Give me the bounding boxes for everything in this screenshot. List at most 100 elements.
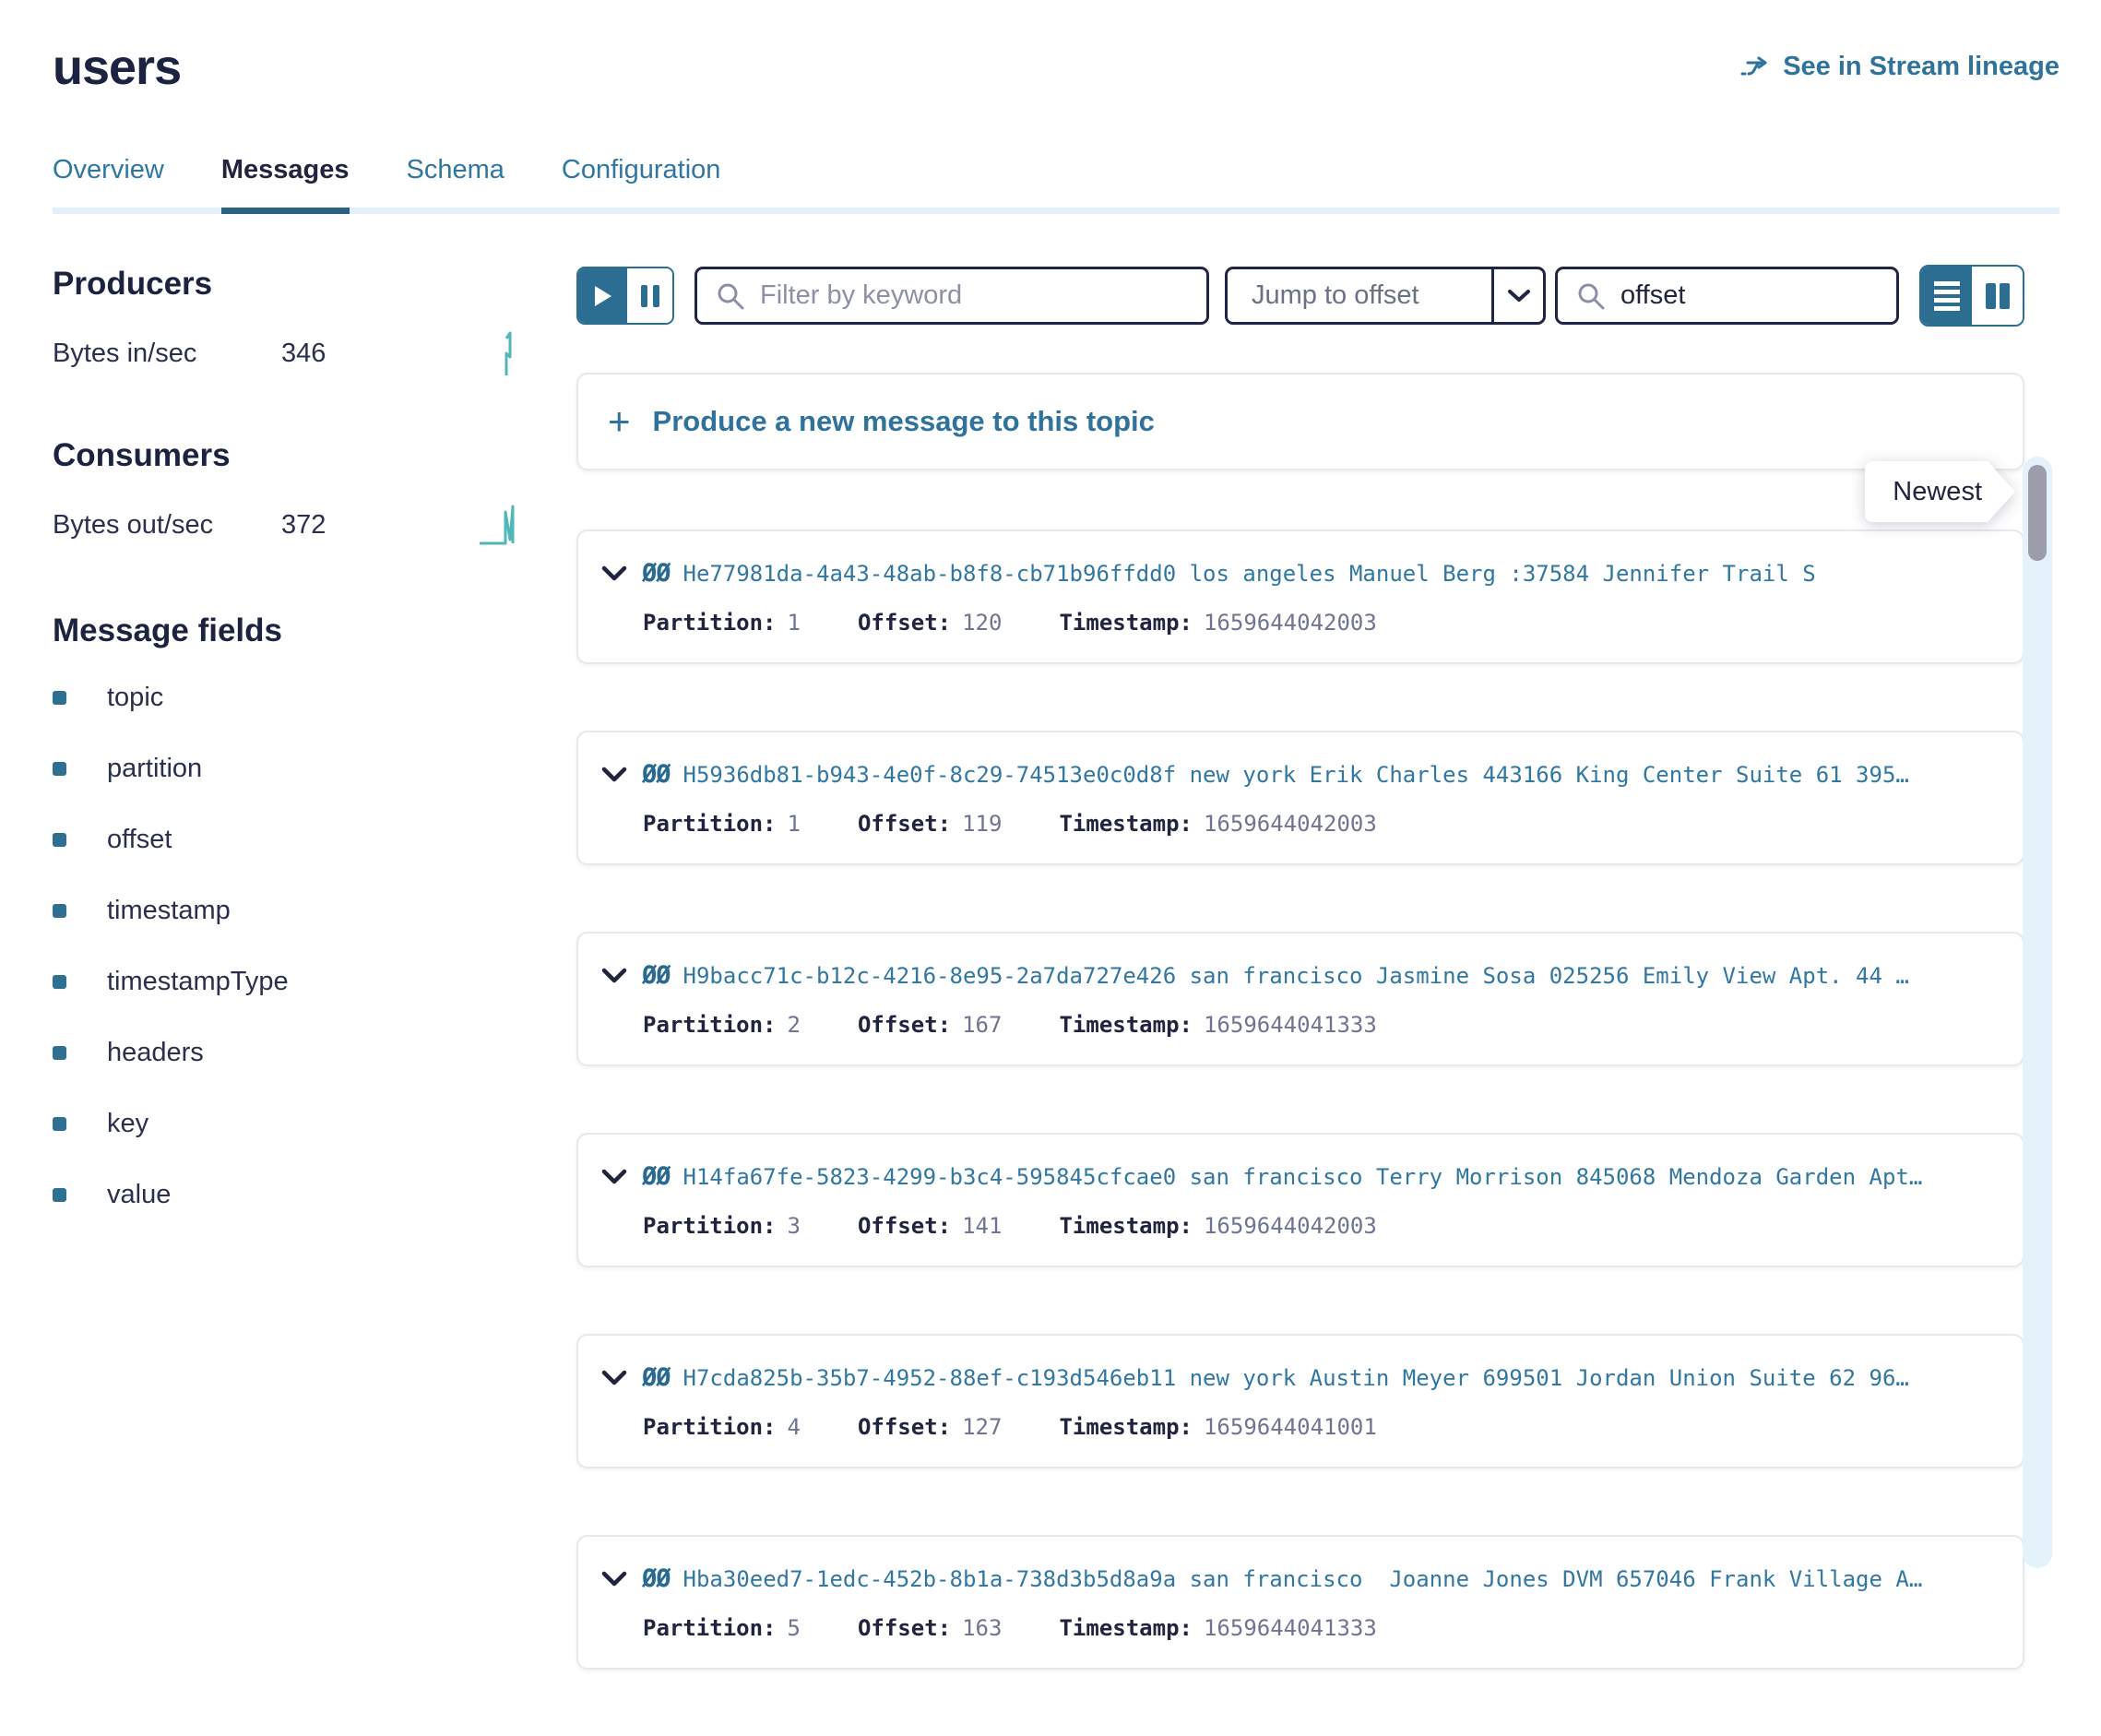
list-view-icon <box>1934 298 1960 303</box>
tab-schema[interactable]: Schema <box>407 155 504 214</box>
timestamp-label: Timestamp: <box>1059 1012 1193 1038</box>
scrollbar-track[interactable] <box>2023 457 2052 1568</box>
message-field-item[interactable]: timestamp <box>53 896 518 926</box>
message-key: Hba30eed7-1edc-452b-8b1a-738d3b5d8a9a sa… <box>683 1566 2006 1592</box>
chevron-down-icon[interactable] <box>601 1571 627 1587</box>
partition-label: Partition: <box>643 1012 777 1038</box>
field-bullet-icon <box>53 975 66 989</box>
key-icon: ØØ <box>642 961 671 990</box>
field-label: timestampType <box>107 967 289 997</box>
timestamp-label: Timestamp: <box>1059 1615 1193 1641</box>
message-field-item[interactable]: topic <box>53 683 518 713</box>
bytes-in-stat: Bytes in/sec 346 <box>53 330 518 376</box>
partition-value: 5 <box>788 1615 801 1641</box>
split-view-button[interactable] <box>1972 267 2023 325</box>
filter-placeholder: Filter by keyword <box>760 280 962 311</box>
chevron-down-icon[interactable] <box>601 968 627 984</box>
offset-search-value: offset <box>1620 280 1685 311</box>
message-key-line: ØØ H9bacc71c-b12c-4216-8e95-2a7da727e426… <box>601 961 2006 990</box>
partition-label: Partition: <box>643 1414 777 1440</box>
offset-value: 163 <box>962 1615 1002 1641</box>
message-row[interactable]: ØØ H14fa67fe-5823-4299-b3c4-595845cfcae0… <box>576 1133 2024 1267</box>
page-title: users <box>53 39 181 96</box>
partition-label: Partition: <box>643 811 777 837</box>
chevron-down-icon[interactable] <box>601 767 627 783</box>
consumers-sparkline <box>478 503 518 547</box>
message-key: H9bacc71c-b12c-4216-8e95-2a7da727e426 sa… <box>683 963 2006 989</box>
message-key: He77981da-4a43-48ab-b8f8-cb71b96ffdd0 lo… <box>683 561 2006 587</box>
field-label: partition <box>107 754 202 784</box>
sidebar: Producers Bytes in/sec 346 Consumers Byt… <box>53 214 518 1736</box>
message-list: ØØ He77981da-4a43-48ab-b8f8-cb71b96ffdd0… <box>576 529 2024 1670</box>
partition-label: Partition: <box>643 1213 777 1239</box>
play-icon <box>595 286 611 306</box>
bytes-in-value: 346 <box>281 339 326 369</box>
field-bullet-icon <box>53 904 66 918</box>
message-field-item[interactable]: partition <box>53 754 518 784</box>
timestamp-value: 1659644041333 <box>1204 1012 1377 1038</box>
offset-label: Offset: <box>858 1213 951 1239</box>
timestamp-label: Timestamp: <box>1059 1213 1193 1239</box>
field-bullet-icon <box>53 1188 66 1202</box>
chevron-down-icon[interactable] <box>601 565 627 582</box>
bytes-out-stat: Bytes out/sec 372 <box>53 502 518 548</box>
newest-tooltip-label: Newest <box>1865 461 1988 522</box>
field-bullet-icon <box>53 1117 66 1131</box>
messages-panel: Filter by keyword Jump to offset offset <box>518 214 2101 1736</box>
field-label: value <box>107 1180 171 1210</box>
tab-messages[interactable]: Messages <box>221 155 350 214</box>
timestamp-value: 1659644042003 <box>1204 1213 1377 1239</box>
key-icon: ØØ <box>642 559 671 588</box>
stream-lineage-link[interactable]: See in Stream lineage <box>1740 52 2059 82</box>
newest-tooltip: Newest <box>1865 461 2015 522</box>
field-label: key <box>107 1109 148 1139</box>
play-pause-control <box>576 267 674 325</box>
partition-value: 2 <box>788 1012 801 1038</box>
field-bullet-icon <box>53 833 66 847</box>
message-row[interactable]: ØØ H7cda825b-35b7-4952-88ef-c193d546eb11… <box>576 1334 2024 1468</box>
play-button[interactable] <box>578 268 625 323</box>
message-key: H7cda825b-35b7-4952-88ef-c193d546eb11 ne… <box>683 1365 2006 1391</box>
produce-button-label: Produce a new message to this topic <box>653 405 1155 438</box>
select-chevron-box[interactable] <box>1491 269 1543 322</box>
message-field-item[interactable]: value <box>53 1180 518 1210</box>
scrollbar-thumb[interactable] <box>2028 465 2047 561</box>
message-row[interactable]: ØØ H5936db81-b943-4e0f-8c29-74513e0c0d8f… <box>576 731 2024 865</box>
message-key: H5936db81-b943-4e0f-8c29-74513e0c0d8f ne… <box>683 762 2006 788</box>
chevron-down-icon[interactable] <box>601 1370 627 1386</box>
offset-label: Offset: <box>858 610 951 636</box>
produce-message-button[interactable]: + Produce a new message to this topic <box>576 373 2024 470</box>
tab-configuration[interactable]: Configuration <box>562 155 721 214</box>
message-field-item[interactable]: offset <box>53 825 518 855</box>
offset-search-input[interactable]: offset <box>1555 267 1899 325</box>
filter-keyword-input[interactable]: Filter by keyword <box>694 267 1209 325</box>
chevron-down-icon[interactable] <box>601 1169 627 1185</box>
pause-icon <box>641 285 647 307</box>
offset-value: 119 <box>962 811 1002 837</box>
offset-value: 141 <box>962 1213 1002 1239</box>
message-field-item[interactable]: key <box>53 1109 518 1139</box>
message-row[interactable]: ØØ Hba30eed7-1edc-452b-8b1a-738d3b5d8a9a… <box>576 1535 2024 1670</box>
partition-value: 4 <box>788 1414 801 1440</box>
consumers-heading: Consumers <box>53 437 518 474</box>
field-label: topic <box>107 683 163 713</box>
main-area: Producers Bytes in/sec 346 Consumers Byt… <box>0 214 2101 1736</box>
pause-button[interactable] <box>625 268 672 323</box>
list-view-button[interactable] <box>1921 267 1972 325</box>
timestamp-value: 1659644041333 <box>1204 1615 1377 1641</box>
page-header: users See in Stream lineage <box>0 0 2101 96</box>
message-row[interactable]: ØØ H9bacc71c-b12c-4216-8e95-2a7da727e426… <box>576 932 2024 1066</box>
tab-overview[interactable]: Overview <box>53 155 164 214</box>
key-icon: ØØ <box>642 1564 671 1593</box>
producers-sparkline <box>498 329 518 377</box>
chevron-down-icon <box>1507 289 1531 303</box>
message-row[interactable]: ØØ He77981da-4a43-48ab-b8f8-cb71b96ffdd0… <box>576 529 2024 664</box>
message-meta-line: Partition: 4 Offset: 127 Timestamp: 1659… <box>601 1414 2006 1440</box>
messages-toolbar: Filter by keyword Jump to offset offset <box>576 265 2024 327</box>
field-bullet-icon <box>53 762 66 776</box>
message-key-line: ØØ Hba30eed7-1edc-452b-8b1a-738d3b5d8a9a… <box>601 1564 2006 1593</box>
message-field-item[interactable]: timestampType <box>53 967 518 997</box>
message-field-item[interactable]: headers <box>53 1038 518 1068</box>
jump-select-value: Jump to offset <box>1228 280 1419 311</box>
jump-to-offset-select[interactable]: Jump to offset <box>1225 267 1546 325</box>
